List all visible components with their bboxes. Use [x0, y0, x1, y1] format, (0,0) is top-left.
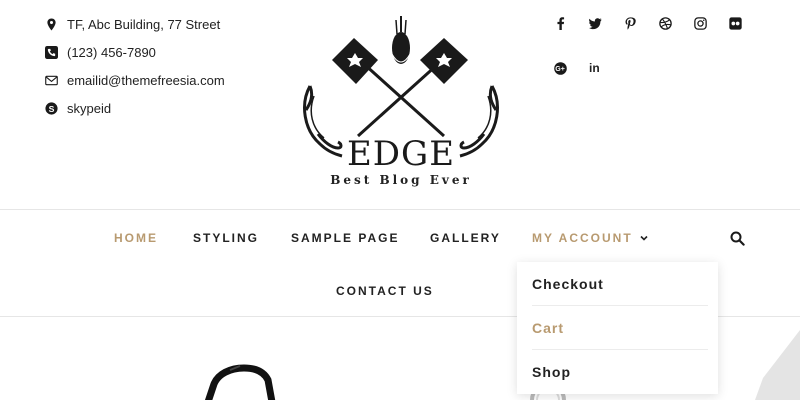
nav-my-account-label: MY ACCOUNT [532, 231, 633, 245]
contact-phone: (123) 456-7890 [44, 38, 225, 66]
instagram-icon[interactable] [690, 10, 725, 36]
glasses-image [204, 364, 276, 400]
skype-text[interactable]: skypeid [67, 101, 111, 116]
google-plus-icon[interactable]: G+ [550, 55, 585, 81]
dropdown-item-label: Checkout [532, 276, 604, 292]
dropdown-item-cart[interactable]: Cart [517, 306, 718, 350]
nav-my-account[interactable]: MY ACCOUNT [532, 231, 649, 245]
nav-sample-page[interactable]: SAMPLE PAGE [291, 231, 399, 245]
contact-skype: S skypeid [44, 94, 225, 122]
site-title[interactable]: EDGE [296, 134, 506, 174]
nav-home[interactable]: HOME [114, 231, 158, 245]
email-text[interactable]: emailid@themefreesia.com [67, 73, 225, 88]
svg-text:G+: G+ [555, 66, 565, 73]
nav-divider-top [0, 209, 800, 210]
nav-styling[interactable]: STYLING [193, 231, 259, 245]
nav-gallery[interactable]: GALLERY [430, 231, 501, 245]
site-tagline: Best Blog Ever [330, 173, 472, 187]
decorative-shape [755, 330, 800, 400]
contact-info: TF, Abc Building, 77 Street (123) 456-78… [44, 10, 225, 122]
flickr-icon[interactable] [725, 10, 760, 36]
dropdown-item-label: Cart [532, 320, 565, 336]
dropdown-item-shop[interactable]: Shop [517, 350, 718, 394]
address-text: TF, Abc Building, 77 Street [67, 16, 221, 32]
twitter-icon[interactable] [585, 10, 620, 36]
contact-address: TF, Abc Building, 77 Street [44, 10, 225, 38]
facebook-icon[interactable] [550, 10, 585, 36]
location-icon [44, 17, 58, 31]
social-links: G+ in [550, 10, 760, 100]
svg-text:S: S [48, 103, 54, 113]
pinterest-icon[interactable] [620, 10, 655, 36]
dropdown-item-checkout[interactable]: Checkout [517, 262, 718, 306]
search-icon[interactable] [730, 231, 745, 246]
phone-text[interactable]: (123) 456-7890 [67, 45, 156, 60]
skype-icon: S [44, 101, 58, 115]
linkedin-icon[interactable]: in [585, 55, 620, 81]
mail-icon [44, 73, 58, 87]
dropdown-item-label: Shop [532, 364, 571, 380]
site-logo[interactable]: EDGE Best Blog Ever [296, 8, 506, 198]
chevron-down-icon [640, 235, 648, 241]
my-account-dropdown: Checkout Cart Shop [517, 262, 718, 394]
nav-contact-us[interactable]: CONTACT US [336, 284, 434, 298]
contact-email: emailid@themefreesia.com [44, 66, 225, 94]
phone-icon [44, 45, 58, 59]
dribbble-icon[interactable] [655, 10, 690, 36]
